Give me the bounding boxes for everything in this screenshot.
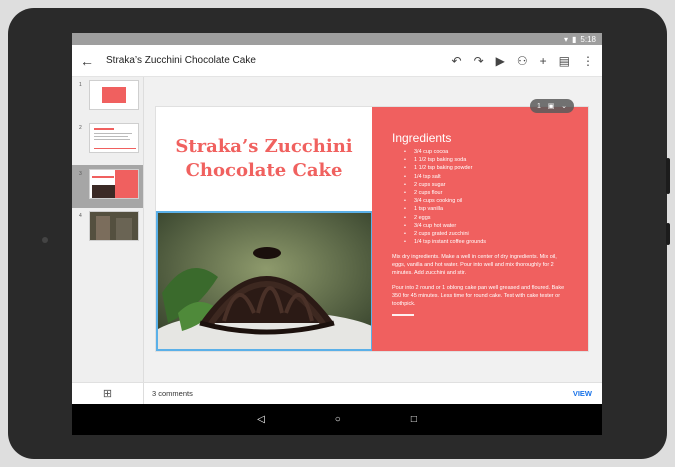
slide-number: 1	[79, 82, 82, 88]
slide-thumbnail-4[interactable]: 4	[72, 211, 143, 251]
thumb-image	[89, 169, 139, 199]
slide-title[interactable]: Straka’s Zucchini Chocolate Cake	[166, 135, 362, 183]
thumb-image	[89, 211, 139, 241]
slide-thumbnail-1[interactable]: 1	[72, 80, 143, 120]
list-item: 2 eggs	[392, 214, 568, 222]
screen: ▾ ▮ 5:18 ← Straka’s Zucchini Chocolate C…	[72, 33, 602, 435]
slide-number: 2	[79, 125, 82, 131]
battery-icon: ▮	[572, 34, 577, 44]
ingredients-list: 3/4 cup cocoa 1 1/2 tsp baking soda 1 1/…	[392, 148, 568, 247]
android-nav-bar: ◁ ○ □	[72, 404, 602, 435]
toolbar: ↶ ↷ ▶ ⚇ + ▤ ⋮	[452, 54, 594, 68]
comments-count: 3 comments	[152, 389, 193, 398]
slide-filmstrip[interactable]: 1 2 3 4	[72, 77, 144, 382]
list-item: 2 cups sugar	[392, 181, 568, 189]
slide-number: 3	[79, 171, 82, 177]
redo-icon[interactable]: ↷	[474, 54, 484, 68]
editor-area: 1 2 3 4 Straka’s Zucchini Chocolate Cake…	[72, 77, 602, 382]
app-bar: ← Straka’s Zucchini Chocolate Cake ↶ ↷ ▶…	[72, 45, 602, 77]
list-item: 1/4 tsp instant coffee grounds	[392, 238, 568, 246]
slide-page-indicator[interactable]: 1 ▣ ⌄	[530, 99, 574, 113]
comments-bar: ⊞ 3 comments VIEW	[72, 382, 602, 404]
current-slide[interactable]: Straka’s Zucchini Chocolate Cake Ingredi…	[156, 107, 588, 351]
list-item: 3/4 cup cocoa	[392, 148, 568, 156]
list-item: 1 1/2 tsp baking soda	[392, 156, 568, 164]
thumb-image	[89, 80, 139, 110]
slide-canvas[interactable]: Straka’s Zucchini Chocolate Cake Ingredi…	[144, 77, 602, 382]
cake-photo[interactable]	[156, 211, 373, 351]
list-item: 1 tsp vanilla	[392, 205, 568, 213]
list-item: 1/4 tsp salt	[392, 173, 568, 181]
ingredients-panel[interactable]: Ingredients 3/4 cup cocoa 1 1/2 tsp baki…	[372, 107, 588, 351]
add-person-icon[interactable]: ⚇	[517, 54, 528, 68]
volume-button	[666, 158, 670, 194]
wifi-icon: ▾	[564, 34, 569, 44]
back-nav-icon[interactable]: ◁	[257, 414, 265, 425]
divider	[392, 314, 414, 317]
list-item: 3/4 cup hot water	[392, 222, 568, 230]
recents-nav-icon[interactable]: □	[411, 414, 417, 425]
power-button	[666, 223, 670, 245]
arrow-back-icon[interactable]: ←	[80, 53, 102, 69]
add-icon[interactable]: +	[540, 54, 547, 68]
play-icon[interactable]: ▶	[496, 54, 505, 68]
slide-number: 4	[79, 213, 82, 219]
slide-thumbnail-2[interactable]: 2	[72, 123, 143, 163]
more-vert-icon[interactable]: ⋮	[582, 54, 594, 68]
list-item: 1 1/2 tsp baking powder	[392, 164, 568, 172]
status-time: 5:18	[580, 34, 596, 44]
comment-icon[interactable]: ▤	[559, 54, 570, 68]
page-number: 1	[537, 102, 541, 110]
status-bar: ▾ ▮ 5:18	[72, 33, 602, 45]
add-slide-icon[interactable]: ⊞	[72, 383, 144, 404]
chevron-down-icon: ⌄	[561, 103, 567, 110]
front-camera	[42, 237, 48, 243]
speaker-notes-icon: ▣	[547, 103, 555, 110]
ingredients-heading: Ingredients	[392, 131, 452, 145]
home-nav-icon[interactable]: ○	[335, 414, 341, 425]
view-comments-button[interactable]: VIEW	[573, 389, 592, 398]
undo-icon[interactable]: ↶	[452, 54, 462, 68]
presentation-title[interactable]: Straka’s Zucchini Chocolate Cake	[106, 55, 452, 66]
list-item: 2 cups flour	[392, 189, 568, 197]
instructions-paragraph-2: Pour into 2 round or 1 oblong cake pan w…	[392, 285, 565, 308]
slide-thumbnail-3[interactable]: 3	[72, 165, 143, 208]
thumb-image	[89, 123, 139, 153]
list-item: 3/4 cups cooking oil	[392, 197, 568, 205]
instructions-paragraph-1: Mix dry ingredients. Make a well in cent…	[392, 254, 557, 277]
list-item: 2 cups grated zucchini	[392, 230, 568, 238]
cake-illustration	[158, 213, 371, 349]
